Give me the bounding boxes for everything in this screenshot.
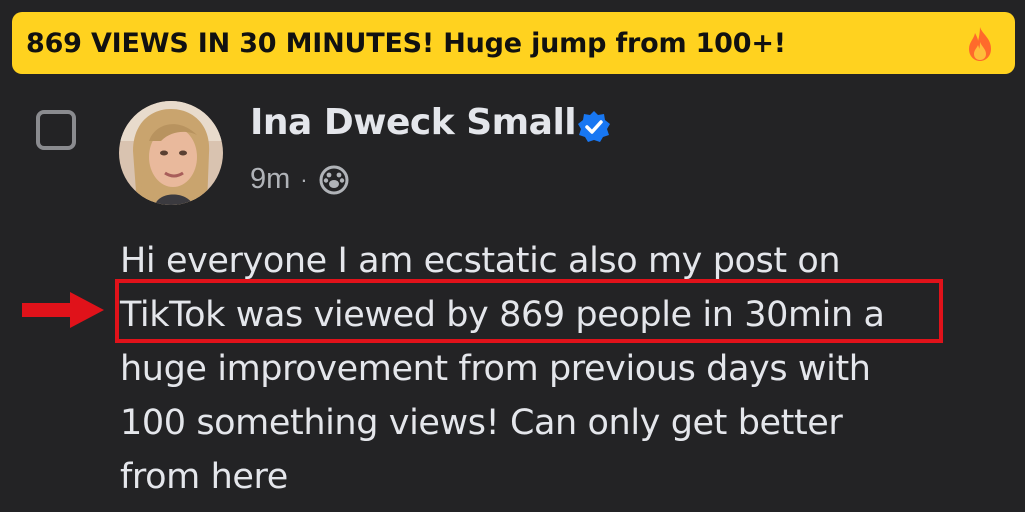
highlight-box bbox=[115, 279, 943, 343]
author-name[interactable]: Ina Dweck Small bbox=[250, 102, 577, 143]
post-meta: 9m · bbox=[250, 163, 350, 196]
headline-text: 869 VIEWS IN 30 MINUTES! Huge jump from … bbox=[26, 27, 786, 59]
headline-banner: 869 VIEWS IN 30 MINUTES! Huge jump from … bbox=[12, 12, 1015, 74]
timestamp[interactable]: 9m bbox=[250, 163, 290, 196]
post-text-line: from here bbox=[120, 457, 288, 497]
post-text-line: huge improvement from previous days with bbox=[120, 349, 871, 389]
audience-icon[interactable] bbox=[318, 164, 350, 196]
separator: · bbox=[300, 166, 308, 192]
avatar[interactable] bbox=[119, 101, 223, 205]
verified-badge-icon bbox=[578, 111, 610, 142]
post-text-line: 100 something views! Can only get better bbox=[120, 403, 843, 443]
post-body: Hi everyone I am ecstatic also my post o… bbox=[120, 234, 1000, 504]
select-checkbox[interactable] bbox=[36, 110, 76, 150]
fire-icon bbox=[969, 27, 991, 61]
profile-photo bbox=[119, 101, 223, 205]
red-arrow-icon bbox=[22, 292, 104, 328]
